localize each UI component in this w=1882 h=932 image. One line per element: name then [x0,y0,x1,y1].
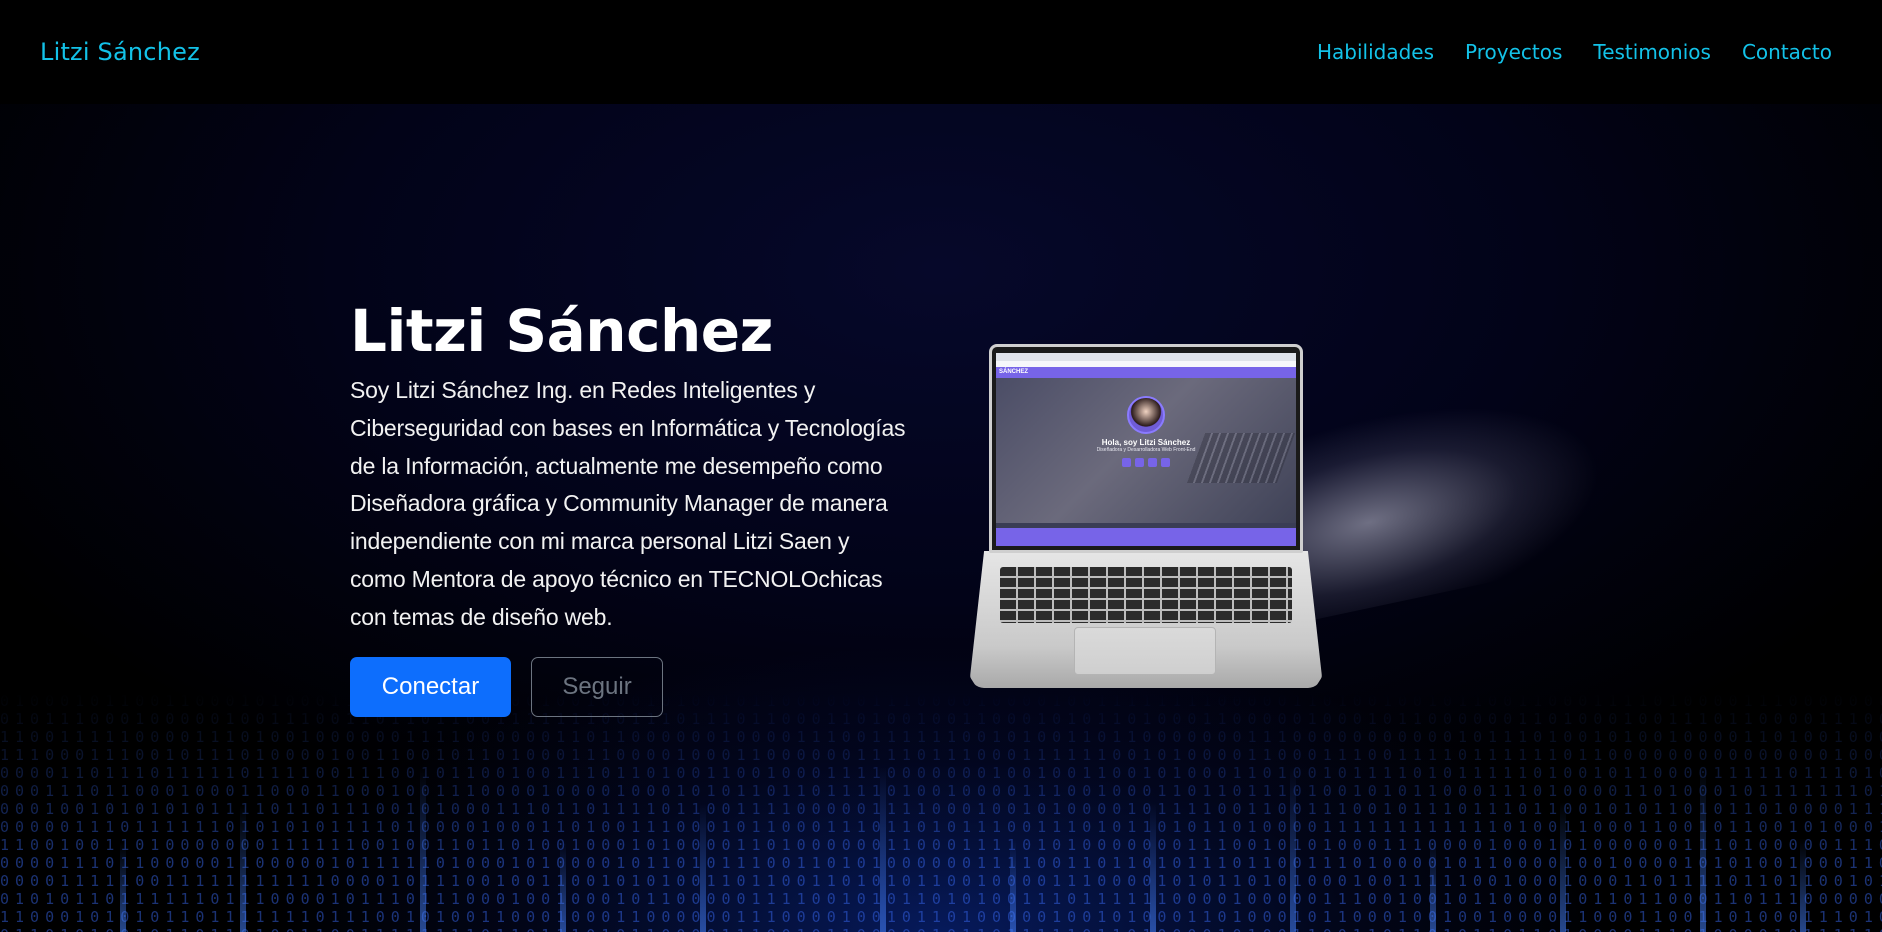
light-streak [1560,802,1566,932]
screen-nav: SÁNCHEZ [996,367,1296,378]
binary-background: 0100010110011000101000110010011001001001… [0,692,1882,932]
hero-text: Litzi Sánchez Soy Litzi Sánchez Ing. en … [350,296,910,717]
follow-button[interactable]: Seguir [531,656,663,717]
screen-avatar [1127,396,1165,434]
hero-section: 0100010110011000101000110010011001001001… [0,104,1882,932]
light-streak [880,767,886,932]
nav-link-habilidades[interactable]: Habilidades [1317,40,1434,64]
light-streak [240,805,246,932]
hero-description: Soy Litzi Sánchez Ing. en Redes Intelige… [350,377,906,630]
laptop-image: SÁNCHEZ Hola, soy Litzi Sánchez Diseñado… [970,344,1600,704]
screen-hero: Hola, soy Litzi Sánchez Diseñadora y Des… [996,378,1296,523]
laptop-trackpad [1074,627,1216,675]
light-streak [1700,765,1706,932]
navbar: Litzi Sánchez Habilidades Proyectos Test… [0,0,1882,104]
screen-browser-tabs [996,353,1296,361]
github-icon [1122,458,1131,467]
light-streak [1430,839,1436,932]
nav-link-proyectos[interactable]: Proyectos [1465,40,1562,64]
light-streak [1150,803,1156,932]
nav-link-contacto[interactable]: Contacto [1742,40,1832,64]
laptop-base [970,551,1322,688]
screen-footer [996,528,1296,546]
laptop-screen: SÁNCHEZ Hola, soy Litzi Sánchez Diseñado… [996,353,1296,546]
nav-links: Habilidades Proyectos Testimonios Contac… [1317,40,1832,64]
laptop-glow [1270,368,1600,630]
laptop-keyboard [1000,567,1292,623]
light-streak [1290,766,1296,932]
connect-button[interactable]: Conectar [350,656,511,717]
brand-link[interactable]: Litzi Sánchez [40,38,200,66]
light-streak [1010,840,1016,932]
light-streak [420,768,426,932]
screen-keyboard-photo [1186,433,1296,483]
light-streak [700,804,706,932]
linkedin-icon [1135,458,1144,467]
cv-icon [1161,458,1170,467]
nav-link-testimonios[interactable]: Testimonios [1593,40,1711,64]
hero-buttons: Conectar Seguir [350,656,910,717]
hero-title: Litzi Sánchez [350,297,773,365]
light-streak [1800,838,1806,932]
laptop-lid: SÁNCHEZ Hola, soy Litzi Sánchez Diseñado… [989,344,1303,553]
mail-icon [1148,458,1157,467]
light-streak [560,841,566,932]
light-streak [120,842,126,932]
